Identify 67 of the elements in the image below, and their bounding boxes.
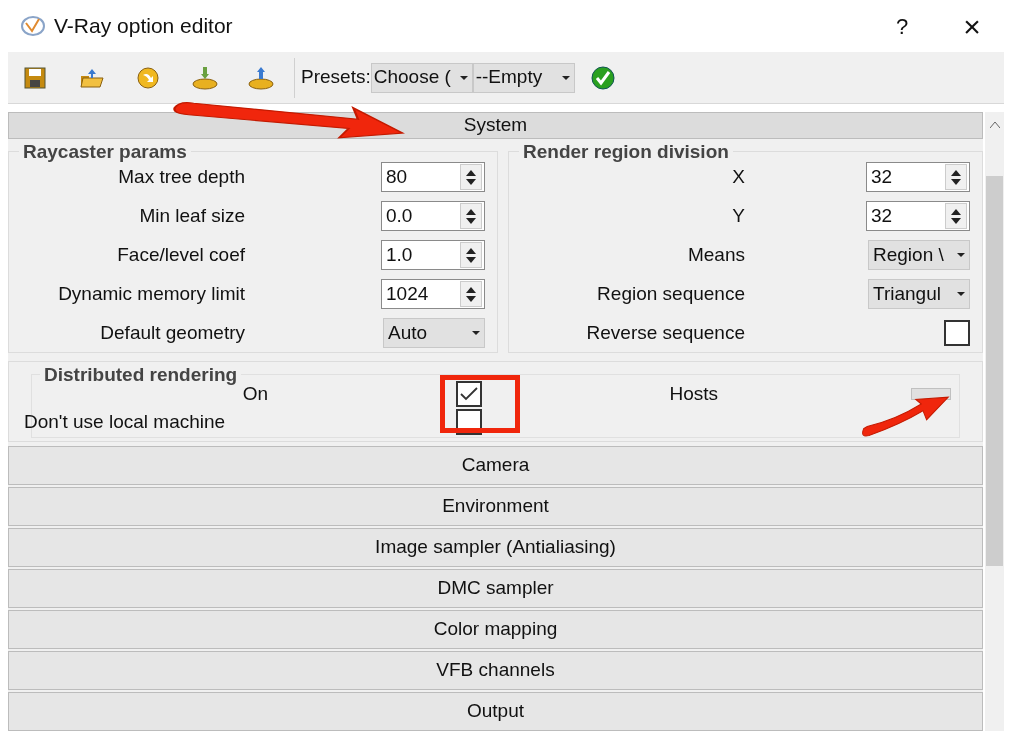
field-label: Face/level coef (116, 242, 245, 267)
spin-box[interactable]: 32 (866, 162, 970, 192)
group-title: Render region division (519, 142, 733, 161)
dropdown[interactable]: Auto (383, 318, 485, 348)
caret-icon (957, 253, 965, 257)
import-icon[interactable] (192, 65, 218, 90)
field-label: Reverse sequence (585, 320, 745, 345)
spin-value: 1024 (385, 281, 430, 306)
section-header[interactable]: DMC sampler (8, 569, 983, 608)
field-label: Means (686, 242, 745, 267)
spin-arrows-icon[interactable] (460, 281, 482, 307)
group-title: Raycaster params (19, 142, 191, 161)
spin-value: 32 (870, 164, 894, 189)
presets-label: Presets: (301, 65, 371, 90)
caret-icon (472, 331, 480, 335)
check-icon (460, 387, 478, 401)
field-label: Y (731, 203, 745, 228)
spin-box[interactable]: 0.0 (381, 201, 485, 231)
scroll-up-icon (989, 122, 1000, 128)
spin-box[interactable]: 32 (866, 201, 970, 231)
field-label: On (241, 381, 268, 406)
section-header[interactable]: System (8, 112, 983, 139)
window-title: V-Ray option editor (54, 13, 233, 40)
spin-arrows-icon[interactable] (460, 203, 482, 229)
field-label: Don't use local machine (24, 409, 227, 434)
caret-icon (459, 75, 468, 80)
spin-box[interactable]: 1024 (381, 279, 485, 309)
spin-arrows-icon[interactable] (460, 164, 482, 190)
spin-arrows-icon[interactable] (945, 203, 967, 229)
dropdown[interactable]: Region \ (868, 240, 970, 270)
dropdown[interactable]: Triangul (868, 279, 970, 309)
field-label: Max tree depth (117, 164, 245, 189)
field-label: X (731, 164, 745, 189)
field-label: Dynamic memory limit (57, 281, 245, 306)
field-label: Min leaf size (138, 203, 245, 228)
checkbox[interactable] (456, 381, 482, 407)
close-button[interactable]: × (952, 3, 992, 49)
spin-value: 32 (870, 203, 894, 228)
section-header[interactable]: Output (8, 692, 983, 731)
scrollbar[interactable] (985, 112, 1004, 731)
spin-value: 1.0 (385, 242, 414, 267)
section-header[interactable]: Environment (8, 487, 983, 526)
caret-icon (957, 292, 965, 296)
field-label: Region sequence (596, 281, 745, 306)
checkmark-icon[interactable] (590, 65, 615, 90)
spin-box[interactable]: 80 (381, 162, 485, 192)
preset-dropdown[interactable]: Choose ( (370, 62, 473, 93)
group-title: Distributed rendering (40, 365, 242, 384)
spin-arrows-icon[interactable] (460, 242, 482, 268)
spin-value: 80 (385, 164, 409, 189)
spin-value: 0.0 (385, 203, 414, 228)
app-logo-icon (20, 15, 46, 37)
save-icon[interactable] (24, 66, 46, 89)
help-button[interactable]: ? (882, 9, 922, 43)
spin-box[interactable]: 1.0 (381, 240, 485, 270)
spin-arrows-icon[interactable] (945, 164, 967, 190)
section-header[interactable]: Camera (8, 446, 983, 485)
preset-dropdown[interactable]: --Empty (472, 62, 575, 93)
field-label: Default geometry (99, 320, 245, 345)
section-header[interactable]: VFB channels (8, 651, 983, 690)
section-header[interactable]: Image sampler (Antialiasing) (8, 528, 983, 567)
export-icon[interactable] (248, 65, 274, 90)
checkbox[interactable] (944, 320, 970, 346)
caret-icon (561, 75, 570, 80)
scrollbar-thumb[interactable] (986, 176, 1003, 566)
section-header[interactable]: Color mapping (8, 610, 983, 649)
field-label: Hosts (668, 381, 718, 406)
